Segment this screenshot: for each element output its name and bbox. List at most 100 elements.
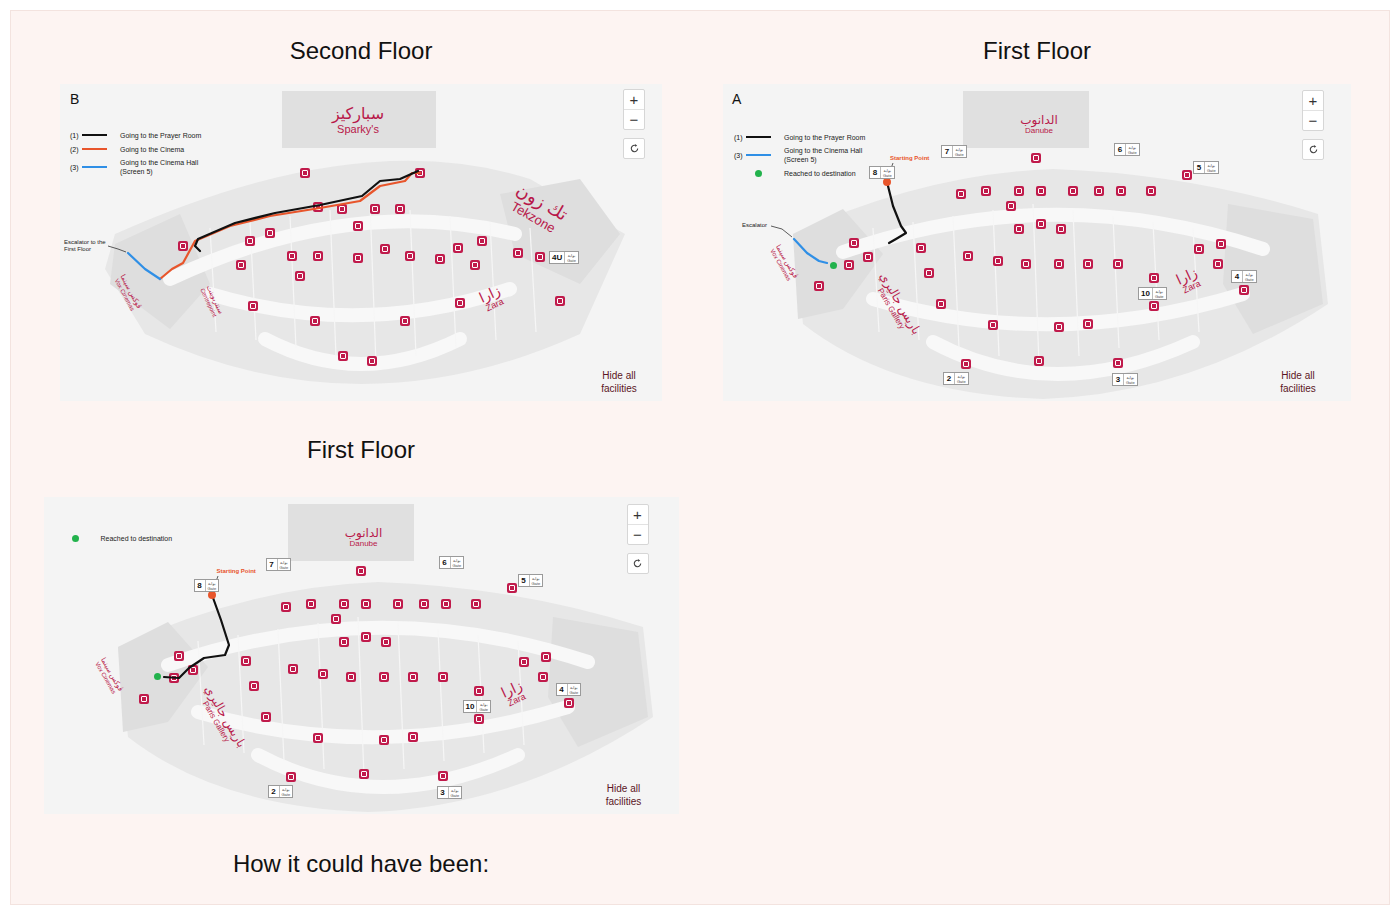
facility-icon[interactable] <box>295 271 305 281</box>
facility-icon[interactable] <box>564 698 574 708</box>
zoom-in-button[interactable]: + <box>1303 91 1323 110</box>
facility-icon[interactable] <box>393 599 403 609</box>
facility-icon[interactable] <box>1034 356 1044 366</box>
facility-icon[interactable] <box>379 735 389 745</box>
facility-icon[interactable] <box>245 236 255 246</box>
floor-map[interactable]: Starting PointالدانوبDanubeزاراZaraباريس… <box>44 497 679 814</box>
facility-icon[interactable] <box>1021 259 1031 269</box>
facility-icon[interactable] <box>936 299 946 309</box>
facility-icon[interactable] <box>380 244 390 254</box>
facility-icon[interactable] <box>310 316 320 326</box>
facility-icon[interactable] <box>313 733 323 743</box>
facility-icon[interactable] <box>474 686 484 696</box>
reset-button[interactable] <box>1302 139 1324 160</box>
facility-icon[interactable] <box>956 189 966 199</box>
facility-icon[interactable] <box>535 252 545 262</box>
facility-icon[interactable] <box>395 204 405 214</box>
hide-facilities-button[interactable]: Hide all facilities <box>599 782 649 808</box>
facility-icon[interactable] <box>470 260 480 270</box>
hide-facilities-button[interactable]: Hide all facilities <box>1273 369 1323 395</box>
facility-icon[interactable] <box>265 228 275 238</box>
facility-icon[interactable] <box>241 656 251 666</box>
facility-icon[interactable] <box>356 566 366 576</box>
facility-icon[interactable] <box>361 632 371 642</box>
facility-icon[interactable] <box>538 672 548 682</box>
facility-icon[interactable] <box>248 301 258 311</box>
facility-icon[interactable] <box>419 599 429 609</box>
facility-icon[interactable] <box>1194 244 1204 254</box>
hide-facilities-button[interactable]: Hide all facilities <box>594 369 644 395</box>
facility-icon[interactable] <box>359 769 369 779</box>
facility-icon[interactable] <box>1113 259 1123 269</box>
facility-icon[interactable] <box>339 637 349 647</box>
facility-icon[interactable] <box>1116 186 1126 196</box>
floor-map[interactable]: Escalator to the First FloorسباركيزSpark… <box>60 84 662 401</box>
facility-icon[interactable] <box>331 614 341 624</box>
facility-icon[interactable] <box>963 251 973 261</box>
facility-icon[interactable] <box>849 238 859 248</box>
zoom-out-button[interactable]: − <box>1303 110 1323 130</box>
facility-icon[interactable] <box>287 251 297 261</box>
facility-icon[interactable] <box>863 252 873 262</box>
facility-icon[interactable] <box>961 359 971 369</box>
facility-icon[interactable] <box>338 351 348 361</box>
facility-icon[interactable] <box>1031 153 1041 163</box>
facility-icon[interactable] <box>408 672 418 682</box>
facility-icon[interactable] <box>1083 259 1093 269</box>
facility-icon[interactable] <box>361 599 371 609</box>
facility-icon[interactable] <box>370 204 380 214</box>
facility-icon[interactable] <box>1056 224 1066 234</box>
facility-icon[interactable] <box>993 256 1003 266</box>
facility-icon[interactable] <box>139 694 149 704</box>
facility-icon[interactable] <box>438 771 448 781</box>
facility-icon[interactable] <box>379 672 389 682</box>
facility-icon[interactable] <box>507 583 517 593</box>
facility-icon[interactable] <box>1094 186 1104 196</box>
facility-icon[interactable] <box>288 664 298 674</box>
zoom-in-button[interactable]: + <box>624 90 644 109</box>
facility-icon[interactable] <box>438 672 448 682</box>
facility-icon[interactable] <box>1113 358 1123 368</box>
facility-icon[interactable] <box>844 260 854 270</box>
facility-icon[interactable] <box>1068 186 1078 196</box>
facility-icon[interactable] <box>286 772 296 782</box>
facility-icon[interactable] <box>313 251 323 261</box>
facility-icon[interactable] <box>1182 170 1192 180</box>
facility-icon[interactable] <box>1146 186 1156 196</box>
facility-icon[interactable] <box>924 268 934 278</box>
facility-icon[interactable] <box>178 241 188 251</box>
reset-button[interactable] <box>623 138 645 159</box>
facility-icon[interactable] <box>1036 186 1046 196</box>
facility-icon[interactable] <box>1054 322 1064 332</box>
facility-icon[interactable] <box>281 602 291 612</box>
facility-icon[interactable] <box>236 260 246 270</box>
facility-icon[interactable] <box>367 356 377 366</box>
facility-icon[interactable] <box>471 599 481 609</box>
facility-icon[interactable] <box>814 281 824 291</box>
facility-icon[interactable] <box>1083 319 1093 329</box>
zoom-out-button[interactable]: − <box>624 109 644 129</box>
reset-button[interactable] <box>627 553 649 574</box>
zoom-out-button[interactable]: − <box>628 524 648 544</box>
facility-icon[interactable] <box>981 186 991 196</box>
facility-icon[interactable] <box>300 168 310 178</box>
facility-icon[interactable] <box>513 248 523 258</box>
facility-icon[interactable] <box>346 672 356 682</box>
facility-icon[interactable] <box>400 316 410 326</box>
facility-icon[interactable] <box>353 221 363 231</box>
facility-icon[interactable] <box>519 657 529 667</box>
facility-icon[interactable] <box>318 669 328 679</box>
facility-icon[interactable] <box>1149 273 1159 283</box>
facility-icon[interactable] <box>555 296 565 306</box>
facility-icon[interactable] <box>1216 239 1226 249</box>
facility-icon[interactable] <box>1036 219 1046 229</box>
facility-icon[interactable] <box>435 254 445 264</box>
facility-icon[interactable] <box>541 652 551 662</box>
facility-icon[interactable] <box>1014 224 1024 234</box>
store-label[interactable]: الدانوبDanube <box>1020 114 1057 136</box>
facility-icon[interactable] <box>455 298 465 308</box>
facility-icon[interactable] <box>441 599 451 609</box>
facility-icon[interactable] <box>453 243 463 253</box>
facility-icon[interactable] <box>261 712 271 722</box>
store-label[interactable]: سباركيزSparky's <box>332 105 384 135</box>
